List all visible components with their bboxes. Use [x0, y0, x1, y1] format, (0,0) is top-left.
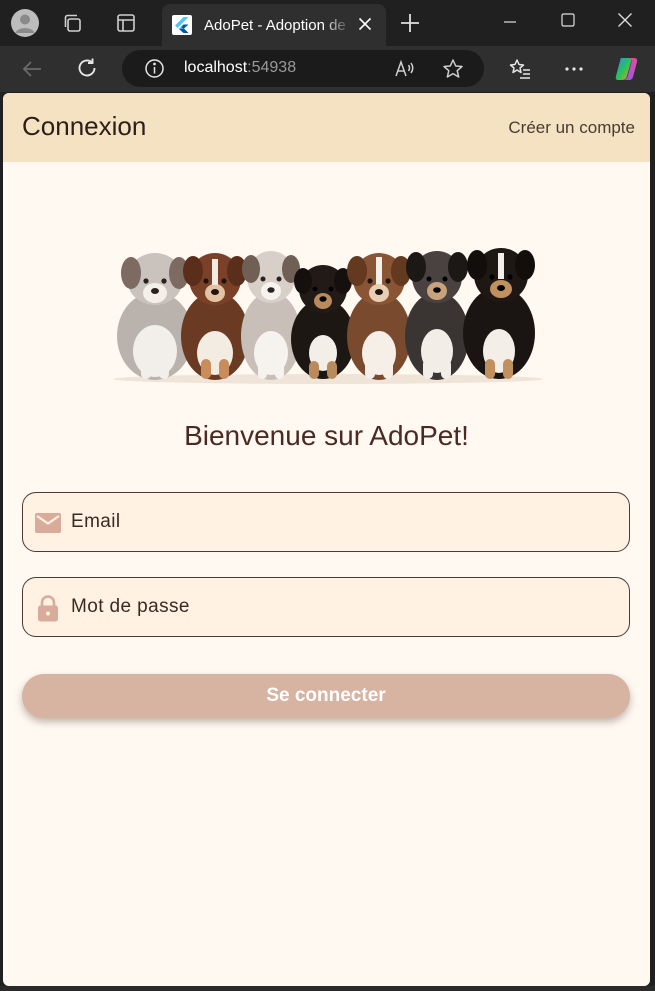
welcome-heading: Bienvenue sur AdoPet! [184, 420, 469, 451]
browser-tab-active[interactable]: AdoPet - Adoption de [162, 4, 386, 46]
browser-tab-bar: AdoPet - Adoption de [0, 0, 655, 46]
read-aloud-icon[interactable] [394, 58, 416, 80]
tab-close-icon[interactable] [358, 17, 372, 31]
copilot-icon[interactable] [612, 54, 642, 84]
puppy-4 [291, 265, 355, 379]
favorites-list-icon[interactable] [508, 57, 532, 81]
more-menu-icon[interactable] [562, 57, 586, 81]
puppy-5 [347, 253, 411, 380]
window-close-icon[interactable] [615, 10, 635, 30]
tab-actions-icon[interactable] [116, 13, 136, 33]
email-input[interactable] [71, 501, 616, 543]
new-tab-icon[interactable] [400, 13, 420, 33]
password-field [22, 577, 630, 637]
back-icon[interactable] [20, 57, 44, 81]
email-icon [34, 509, 62, 537]
app-bar: Connexion Créer un compte [3, 93, 650, 162]
puppy-1 [117, 253, 193, 380]
address-bar[interactable]: localhost:54938 [122, 50, 484, 87]
taskbar-edge [0, 986, 655, 991]
puppy-7 [463, 248, 535, 379]
password-input[interactable] [71, 586, 616, 628]
site-info-icon[interactable] [144, 58, 165, 79]
maximize-icon[interactable] [558, 10, 578, 30]
app-page: Connexion Créer un compte Bienvenue sur … [3, 93, 650, 986]
create-account-link[interactable]: Créer un compte [508, 118, 635, 138]
minimize-icon[interactable] [500, 12, 520, 32]
refresh-icon[interactable] [75, 56, 99, 80]
page-title: Connexion [22, 111, 147, 141]
puppy-3 [241, 251, 301, 380]
puppies-image [113, 248, 543, 384]
puppy-6 [405, 251, 469, 380]
puppy-2 [181, 253, 249, 380]
lock-icon [34, 594, 62, 622]
url-port: :54938 [247, 59, 297, 76]
tab-title: AdoPet - Adoption de [204, 16, 346, 34]
url-host: localhost [184, 59, 248, 76]
workspaces-icon[interactable] [62, 12, 84, 34]
browser-toolbar: localhost:54938 [0, 46, 655, 92]
flutter-favicon [172, 15, 192, 35]
profile-icon[interactable] [10, 8, 40, 38]
email-field [22, 492, 630, 552]
favorite-star-icon[interactable] [442, 58, 464, 80]
login-button[interactable]: Se connecter [22, 674, 630, 718]
